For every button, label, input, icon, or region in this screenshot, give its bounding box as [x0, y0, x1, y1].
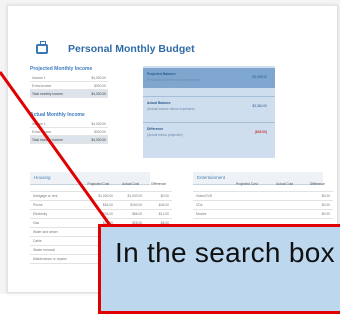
document-title: Personal Monthly Budget	[68, 43, 195, 55]
projected-balance-row: Projected Balance (Projected income minu…	[143, 68, 275, 88]
table-row: Extra income $300.00	[30, 81, 108, 90]
callout-box: In the search box	[98, 224, 340, 314]
difference-row: Difference (Actual minus projected) ($45…	[143, 122, 275, 143]
table-row: Total monthly income $4,300.00	[30, 89, 108, 98]
balance-summary: Projected Balance (Projected income minu…	[143, 66, 275, 158]
wallet-icon	[36, 41, 48, 54]
slide-canvas: Personal Monthly Budget Projected Monthl…	[0, 0, 340, 314]
table-row: Phone $54.00 $100.00 -$46.00	[30, 200, 172, 210]
projected-income-heading: Projected Monthly Income	[30, 66, 93, 72]
table-row: CDs $0.00	[193, 200, 333, 210]
actual-balance-row: Actual Balance (Actual income minus expe…	[143, 96, 275, 117]
table-header: Projected Cost Actual Cost Difference	[193, 177, 333, 192]
entertainment-table: Projected Cost Actual Cost Difference Vi…	[193, 177, 333, 219]
table-row: Electricity $44.00 $56.00 -$12.00	[30, 209, 172, 219]
table-row: Mortgage or rent $1,000.00 $1,000.00 $0.00	[30, 191, 172, 201]
actual-income-table: Income 1 $4,000.00 Extra income $300.00 To…	[30, 120, 108, 144]
table-row: Movies $0.00	[193, 209, 333, 219]
table-row: Income 1 $4,000.00	[30, 120, 108, 128]
projected-income-table: Income 1 $4,000.00 Extra income $300.00 To…	[30, 74, 108, 98]
table-row: Extra income $300.00	[30, 127, 108, 136]
callout-text: In the search box	[115, 237, 335, 268]
table-row: Income 1 $4,000.00	[30, 74, 108, 82]
actual-income-heading: Actual Monthly Income	[30, 112, 85, 118]
table-row: Video/DVD $0.00	[193, 191, 333, 201]
table-header: Projected Cost Actual Cost Difference	[30, 177, 172, 192]
table-row: Total monthly income $4,300.00	[30, 135, 108, 144]
